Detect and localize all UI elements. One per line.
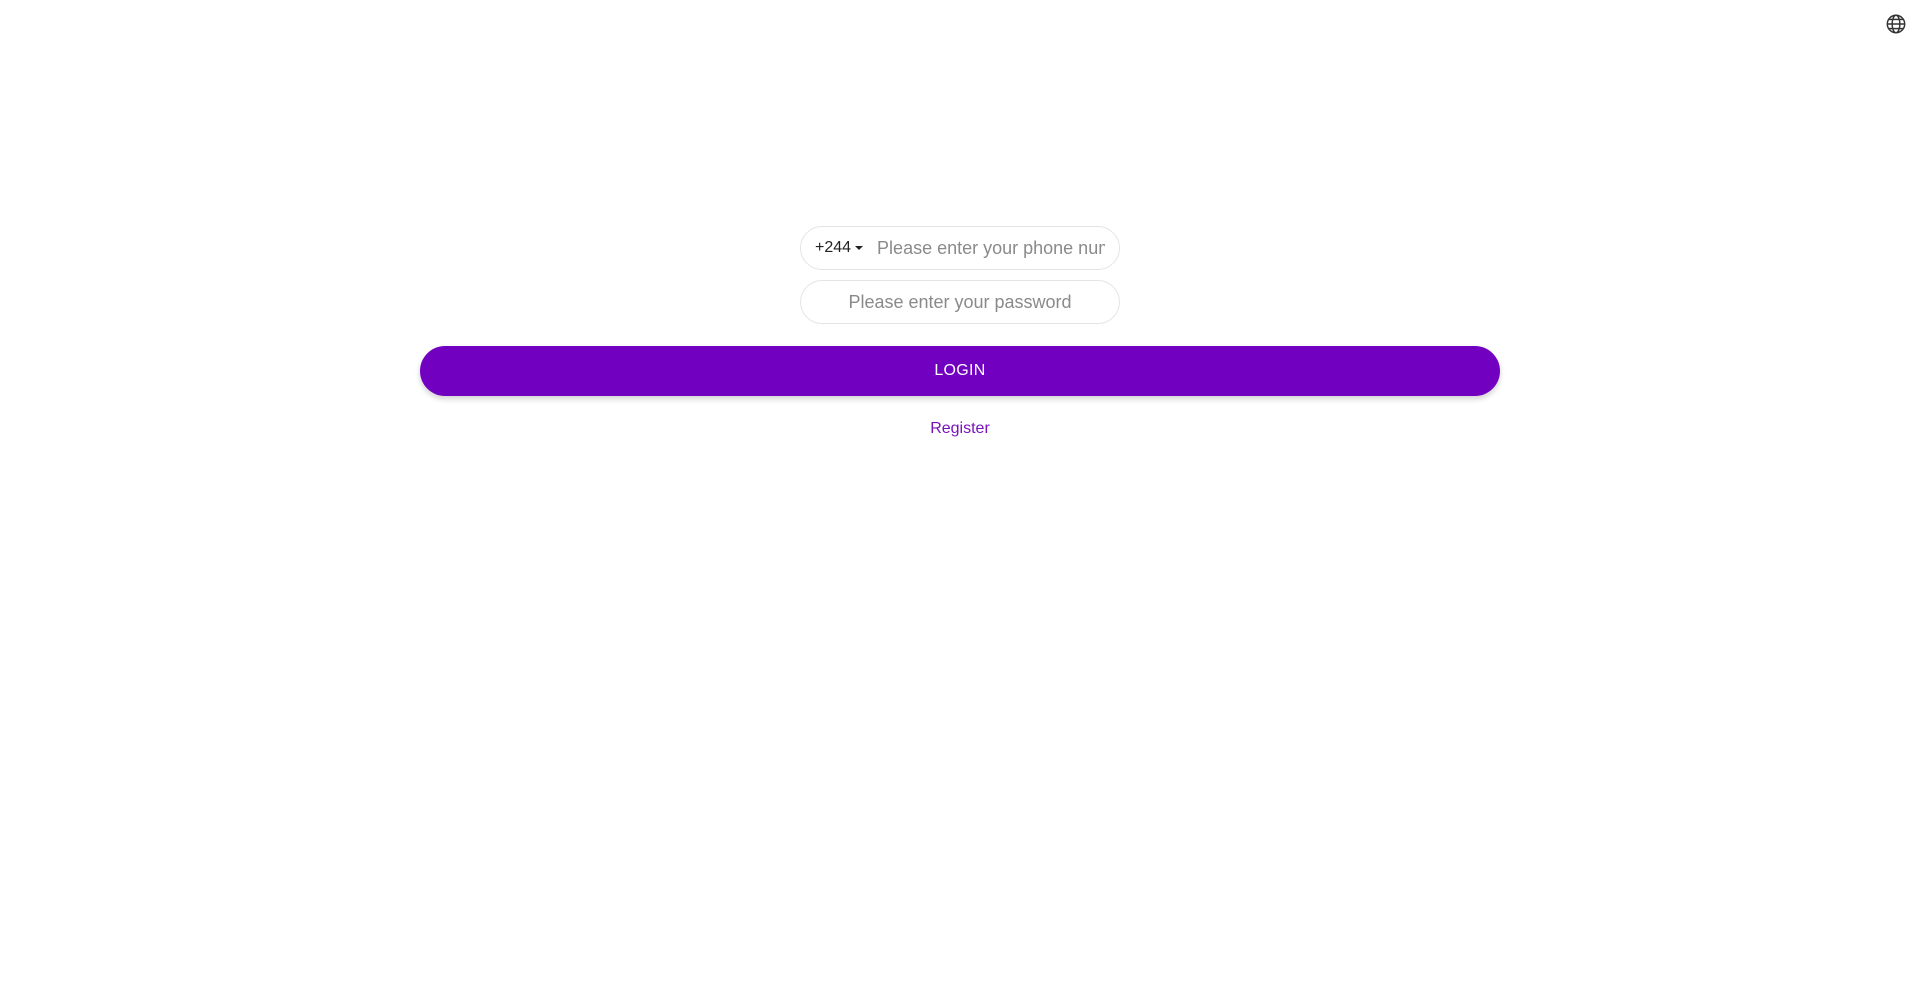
caret-down-icon bbox=[855, 246, 864, 250]
country-code-value: +244 bbox=[815, 239, 852, 256]
register-link[interactable]: Register bbox=[900, 420, 1020, 438]
login-page: +244 LOGIN Register bbox=[0, 0, 1920, 993]
country-code-select[interactable]: +244 bbox=[801, 227, 873, 269]
phone-field: +244 bbox=[800, 226, 1120, 270]
login-form: +244 LOGIN Register bbox=[0, 226, 1920, 438]
login-button[interactable]: LOGIN bbox=[420, 346, 1500, 396]
password-field bbox=[800, 280, 1120, 324]
language-button[interactable] bbox=[1884, 12, 1908, 36]
phone-input[interactable] bbox=[873, 227, 1119, 269]
password-input[interactable] bbox=[801, 281, 1119, 323]
globe-icon bbox=[1886, 14, 1906, 34]
